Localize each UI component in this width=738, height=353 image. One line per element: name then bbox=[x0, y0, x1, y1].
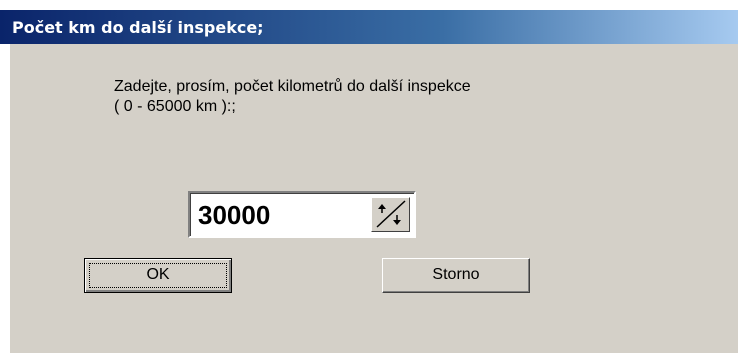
up-down-arrows-icon bbox=[376, 200, 406, 228]
dialog-titlebar[interactable]: Počet km do další inspekce; bbox=[0, 10, 738, 44]
dialog-title: Počet km do další inspekce; bbox=[12, 18, 264, 37]
spin-button[interactable] bbox=[371, 197, 410, 232]
cancel-button-label: Storno bbox=[432, 266, 480, 283]
cancel-button[interactable]: Storno bbox=[382, 258, 530, 293]
range-hint-text: ( 0 - 65000 km ):; bbox=[114, 98, 236, 115]
km-spin-input[interactable]: 30000 bbox=[188, 191, 416, 238]
prompt-text: Zadejte, prosím, počet kilometrů do dalš… bbox=[114, 78, 471, 95]
km-inspection-dialog bbox=[9, 10, 738, 353]
km-spin-value[interactable]: 30000 bbox=[198, 201, 270, 229]
ok-button-label: OK bbox=[146, 266, 170, 283]
ok-button[interactable]: OK bbox=[84, 258, 232, 293]
